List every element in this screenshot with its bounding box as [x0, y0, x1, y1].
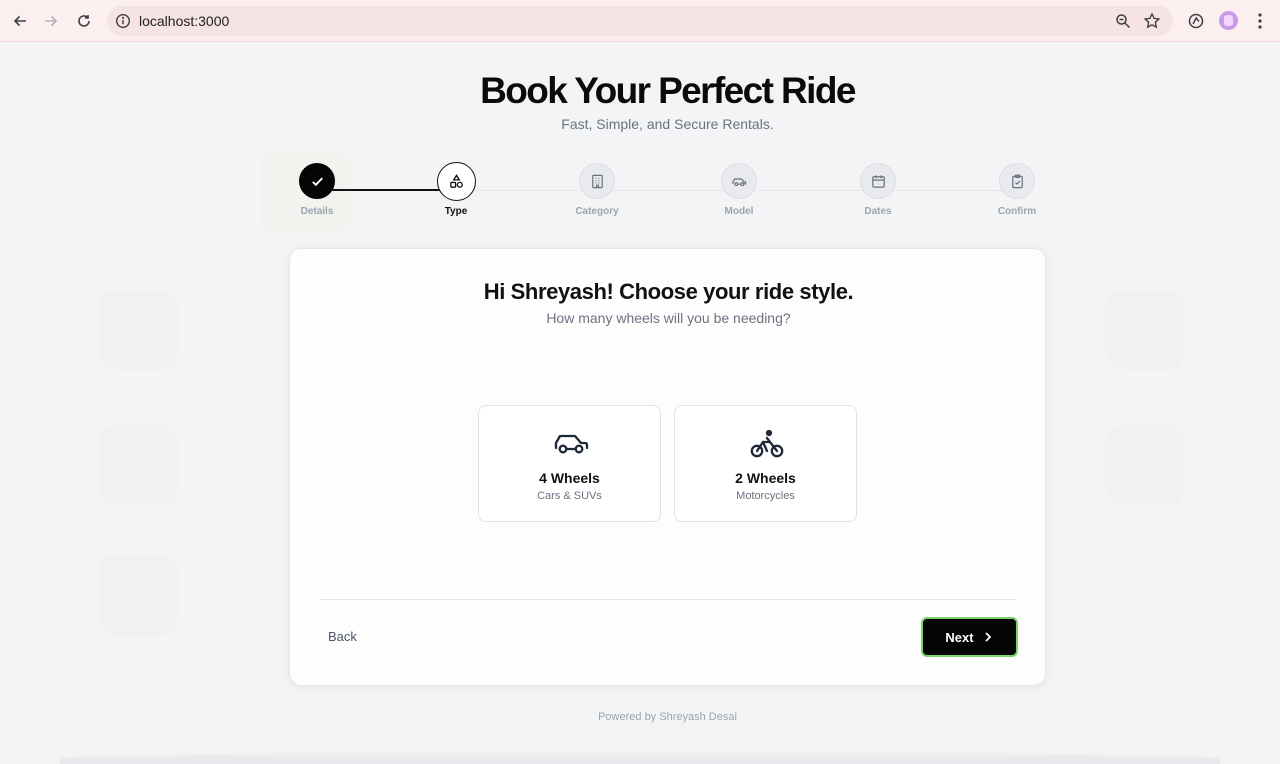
chevron-right-icon	[984, 632, 991, 642]
card-heading: Hi Shreyash! Choose your ride style.	[483, 279, 854, 304]
browser-toolbar: localhost:3000	[0, 0, 1280, 42]
clipboard-check-icon	[999, 163, 1035, 199]
step-label: Confirm	[997, 206, 1037, 217]
background-tile	[1105, 290, 1185, 370]
step-label: Type	[444, 206, 468, 217]
back-arrow-icon[interactable]	[10, 11, 30, 31]
step-label: Dates	[864, 206, 892, 217]
star-icon[interactable]	[1143, 12, 1161, 30]
car-icon	[554, 434, 589, 454]
step-confirm[interactable]: Confirm	[977, 163, 1057, 217]
shapes-icon	[436, 162, 476, 201]
url-text[interactable]: localhost:3000	[139, 13, 229, 29]
check-icon	[299, 163, 335, 199]
background-tile	[98, 290, 178, 370]
profile-avatar[interactable]	[1219, 11, 1238, 30]
step-model[interactable]: Model	[699, 163, 779, 217]
option-subtitle: Motorcycles	[736, 490, 795, 502]
forward-arrow-icon[interactable]	[41, 11, 61, 31]
step-label: Model	[724, 206, 754, 217]
step-label: Category	[575, 206, 619, 217]
step-details[interactable]: Details	[277, 163, 357, 217]
ride-type-card: Hi Shreyash! Choose your ride style. How…	[289, 248, 1046, 686]
background-tile	[98, 555, 178, 635]
footer-credit: Powered by Shreyash Desai	[598, 711, 737, 723]
back-button[interactable]: Back	[328, 629, 357, 644]
calendar-icon	[860, 163, 896, 199]
page-title: Book Your Perfect Ride	[480, 70, 856, 111]
option-subtitle: Cars & SUVs	[537, 490, 602, 502]
info-icon[interactable]	[115, 13, 131, 29]
next-button-label: Next	[945, 629, 974, 645]
option-title: 2 Wheels	[735, 470, 796, 486]
background-tile	[98, 425, 178, 505]
step-dates[interactable]: Dates	[838, 163, 918, 217]
reload-icon[interactable]	[74, 11, 94, 31]
option-2-wheels[interactable]: 2 Wheels Motorcycles	[674, 405, 857, 522]
bike-icon	[750, 429, 784, 458]
next-button[interactable]: Next	[921, 617, 1018, 657]
car-icon	[721, 163, 757, 199]
extension-icon[interactable]	[1187, 12, 1205, 30]
step-label: Details	[300, 206, 334, 217]
bottom-shade	[60, 752, 1220, 764]
step-type[interactable]: Type	[416, 162, 496, 217]
card-divider	[319, 599, 1017, 600]
page-subtitle: Fast, Simple, and Secure Rentals.	[561, 116, 774, 132]
step-category[interactable]: Category	[557, 163, 637, 217]
zoom-icon[interactable]	[1115, 13, 1131, 29]
more-menu-icon[interactable]	[1250, 11, 1270, 31]
background-tile	[1105, 425, 1185, 505]
option-title: 4 Wheels	[539, 470, 600, 486]
address-bar[interactable]: localhost:3000	[107, 6, 1173, 36]
option-4-wheels[interactable]: 4 Wheels Cars & SUVs	[478, 405, 661, 522]
building-icon	[579, 163, 615, 199]
card-question: How many wheels will you be needing?	[546, 310, 791, 326]
